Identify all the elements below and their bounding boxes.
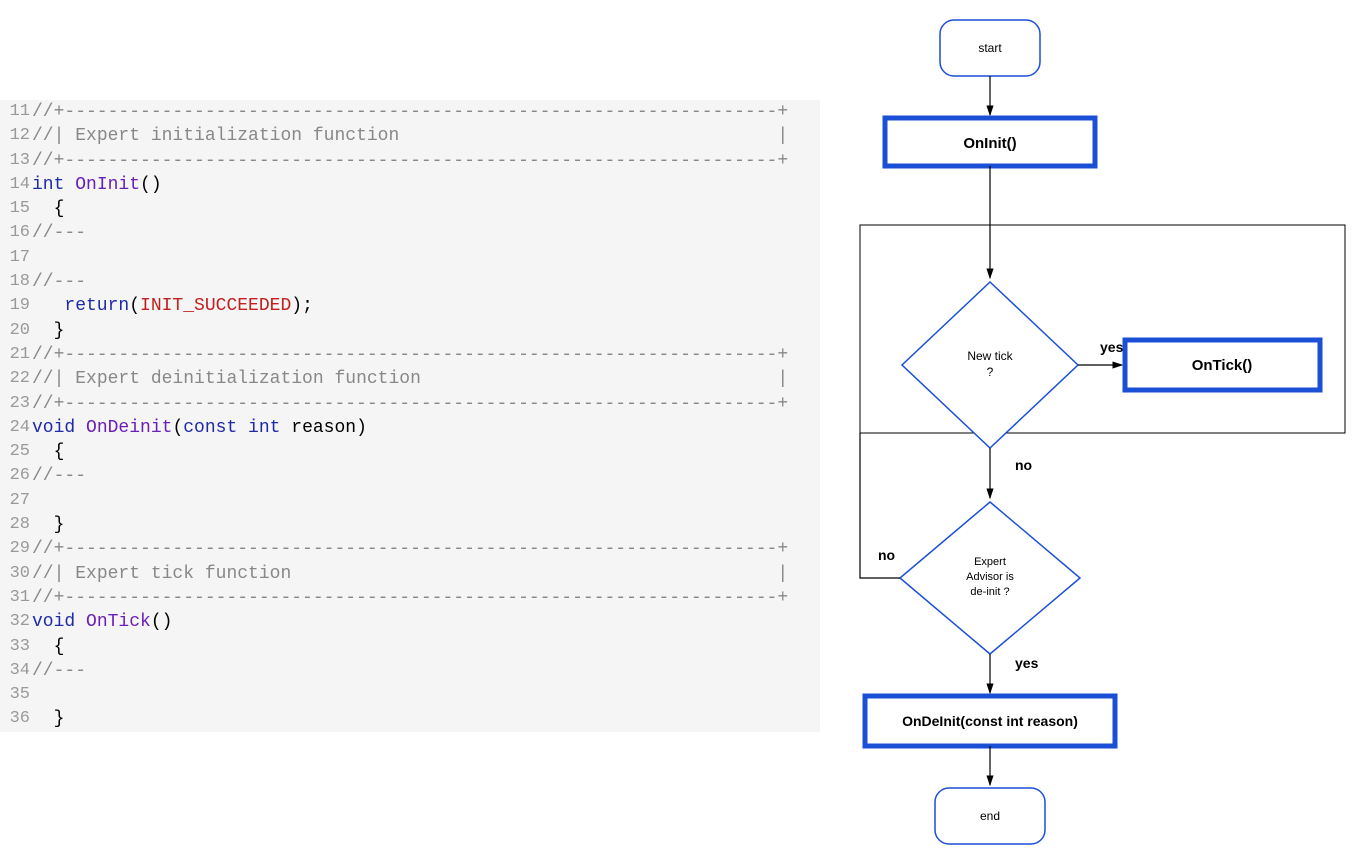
flow-decision-newtick-l1: New tick (967, 349, 1013, 363)
code-content: } (32, 319, 820, 343)
page-root: 11//+-----------------------------------… (0, 0, 1354, 863)
line-number: 18 (0, 270, 32, 294)
code-line: 36 } (0, 707, 820, 731)
line-number: 33 (0, 635, 32, 659)
code-line: 32void OnTick() (0, 610, 820, 634)
code-line: 31//+-----------------------------------… (0, 586, 820, 610)
line-number: 17 (0, 246, 32, 270)
code-content: } (32, 707, 820, 731)
line-number: 29 (0, 537, 32, 561)
line-number: 27 (0, 489, 32, 513)
code-content: //--- (32, 221, 820, 245)
flowchart: start OnInit() New tick ? yes OnTick() (820, 0, 1354, 863)
code-content: void OnDeinit(const int reason) (32, 416, 820, 440)
line-number: 16 (0, 221, 32, 245)
line-number: 31 (0, 586, 32, 610)
line-number: 26 (0, 464, 32, 488)
code-content: //+-------------------------------------… (32, 392, 820, 416)
code-line: 28 } (0, 513, 820, 537)
flow-decision-deinit-l3: de-init ? (970, 586, 1009, 598)
flow-decision-deinit-l1: Expert (974, 556, 1006, 568)
code-content: //+-------------------------------------… (32, 343, 820, 367)
code-line: 33 { (0, 635, 820, 659)
flow-edge-no-loop: no (878, 547, 895, 563)
code-line: 27 (0, 489, 820, 513)
code-line: 34//--- (0, 659, 820, 683)
line-number: 15 (0, 197, 32, 221)
code-line: 30//| Expert tick function | (0, 562, 820, 586)
code-content (32, 489, 820, 513)
flow-decision-deinit-l2: Advisor is (966, 571, 1014, 583)
code-content: //| Expert initialization function | (32, 124, 820, 148)
line-number: 34 (0, 659, 32, 683)
code-content: //+-------------------------------------… (32, 537, 820, 561)
code-content: return(INIT_SUCCEEDED); (32, 294, 820, 318)
code-line: 11//+-----------------------------------… (0, 100, 820, 124)
line-number: 30 (0, 562, 32, 586)
line-number: 24 (0, 416, 32, 440)
line-number: 23 (0, 392, 32, 416)
code-line: 25 { (0, 440, 820, 464)
code-line: 19 return(INIT_SUCCEEDED); (0, 294, 820, 318)
code-line: 16//--- (0, 221, 820, 245)
flow-ondeinit-label: OnDeInit(const int reason) (902, 713, 1078, 729)
code-content (32, 683, 820, 707)
flow-edge-yes-deinit: yes (1015, 655, 1039, 671)
flow-start-label: start (978, 41, 1002, 55)
code-line: 22//| Expert deinitialization function | (0, 367, 820, 391)
code-line: 14int OnInit() (0, 173, 820, 197)
code-content: //+-------------------------------------… (32, 100, 820, 124)
flow-end-label: end (980, 809, 1000, 823)
code-content: //--- (32, 464, 820, 488)
line-number: 35 (0, 683, 32, 707)
code-line: 18//--- (0, 270, 820, 294)
line-number: 12 (0, 124, 32, 148)
code-content: //--- (32, 659, 820, 683)
line-number: 22 (0, 367, 32, 391)
code-content (32, 246, 820, 270)
code-line: 29//+-----------------------------------… (0, 537, 820, 561)
line-number: 25 (0, 440, 32, 464)
code-line: 26//--- (0, 464, 820, 488)
code-content: //| Expert deinitialization function | (32, 367, 820, 391)
code-line: 23//+-----------------------------------… (0, 392, 820, 416)
line-number: 36 (0, 707, 32, 731)
line-number: 21 (0, 343, 32, 367)
line-number: 13 (0, 149, 32, 173)
code-content: //+-------------------------------------… (32, 586, 820, 610)
line-number: 28 (0, 513, 32, 537)
line-number: 14 (0, 173, 32, 197)
line-number: 32 (0, 610, 32, 634)
code-line: 24void OnDeinit(const int reason) (0, 416, 820, 440)
flow-oninit-label: OnInit() (963, 135, 1016, 152)
flow-edge-no-mid: no (1015, 457, 1032, 473)
flow-ontick-label: OnTick() (1192, 357, 1253, 374)
line-number: 19 (0, 294, 32, 318)
code-content: { (32, 197, 820, 221)
code-line: 15 { (0, 197, 820, 221)
code-editor: 11//+-----------------------------------… (0, 0, 820, 863)
code-line: 12//| Expert initialization function | (0, 124, 820, 148)
line-number: 11 (0, 100, 32, 124)
code-line: 20 } (0, 319, 820, 343)
code-content: { (32, 440, 820, 464)
code-content: //| Expert tick function | (32, 562, 820, 586)
line-number: 20 (0, 319, 32, 343)
code-line: 35 (0, 683, 820, 707)
code-content: //--- (32, 270, 820, 294)
code-line: 21//+-----------------------------------… (0, 343, 820, 367)
code-content: void OnTick() (32, 610, 820, 634)
code-content: //+-------------------------------------… (32, 149, 820, 173)
code-content: } (32, 513, 820, 537)
code-line: 13//+-----------------------------------… (0, 149, 820, 173)
code-content: int OnInit() (32, 173, 820, 197)
code-line: 17 (0, 246, 820, 270)
flow-decision-newtick-l2: ? (987, 365, 994, 379)
flow-loop-frame (860, 225, 1345, 433)
code-content: { (32, 635, 820, 659)
flow-edge-yes-tick: yes (1100, 339, 1124, 355)
